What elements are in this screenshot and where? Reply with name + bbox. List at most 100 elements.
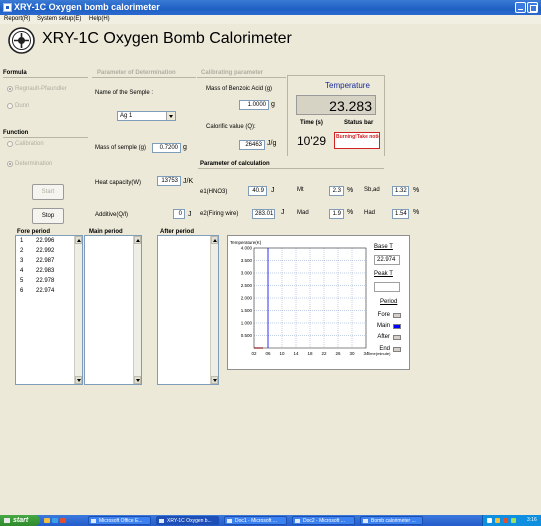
chevron-down-icon[interactable] [166, 112, 175, 120]
taskbar-item-active[interactable]: XRY-1C Oxygen b... [156, 516, 219, 525]
taskbar: start Microsoft Office E... XRY-1C Oxyge… [0, 515, 541, 526]
sbad-input[interactable]: 1.32 [392, 186, 409, 196]
formula-regnault-radio[interactable] [7, 86, 13, 92]
scroll-down-icon[interactable] [134, 376, 141, 384]
after-period-list[interactable] [157, 235, 219, 385]
menu-system-setup[interactable]: System setup(E) [37, 16, 81, 22]
peak-t-label: Peak T [374, 271, 393, 277]
time-label: Time (s) [300, 120, 323, 126]
function-calibration-radio[interactable] [7, 141, 13, 147]
start-menu-button[interactable]: start [0, 515, 40, 526]
scroll-up-icon[interactable] [134, 236, 141, 244]
scroll-down-icon[interactable] [211, 376, 218, 384]
y-tick-label: 1.000 [241, 321, 253, 326]
y-tick-label: 3.000 [241, 271, 253, 276]
heat-capacity-input[interactable]: 13753 [157, 176, 181, 186]
mad-input[interactable]: 1.9 [329, 209, 344, 219]
sample-mass-input[interactable]: 0.7200 [152, 143, 181, 153]
window-title: XRY-1C Oxygen bomb calorimeter [14, 2, 160, 12]
y-axis-title: Temperature(K) [230, 240, 262, 245]
sample-mass-unit: g [183, 144, 187, 151]
main-period-list[interactable] [84, 235, 142, 385]
minimize-button[interactable] [515, 2, 526, 13]
menu-report[interactable]: Report(R) [4, 16, 30, 22]
logo-icon [8, 27, 35, 54]
had-input[interactable]: 1.54 [392, 209, 409, 219]
after-period-scrollbar[interactable] [210, 236, 218, 384]
divider [197, 77, 286, 78]
page-title: XRY-1C Oxygen Bomb Calorimeter [42, 30, 292, 47]
main-period-scrollbar[interactable] [133, 236, 141, 384]
calibrating-group-label: Calibrating parameter [201, 70, 264, 76]
list-item[interactable]: 5 22.978 [16, 277, 75, 286]
tray-icon[interactable] [495, 518, 500, 523]
x-tick-label: 26 [335, 351, 341, 356]
x-tick-label: 10 [279, 351, 285, 356]
x-tick-label: 18 [307, 351, 313, 356]
scroll-up-icon[interactable] [211, 236, 218, 244]
list-item[interactable]: 3 22.987 [16, 257, 75, 266]
list-item[interactable]: 2 22.992 [16, 247, 75, 256]
scroll-down-icon[interactable] [75, 376, 82, 384]
formula-regnault-label: Regnault-Pfaundler [15, 86, 67, 92]
quicklaunch-icon[interactable] [52, 518, 58, 523]
benzoic-acid-input[interactable]: 1.0000 [239, 100, 269, 110]
mt-label: Mt [297, 187, 304, 193]
divider [287, 75, 288, 156]
quicklaunch-icon[interactable] [44, 518, 50, 523]
calculation-group-label: Parameter of calculation [200, 161, 270, 167]
calorific-value-input[interactable]: 26463 [239, 140, 265, 150]
x-tick-label: 14 [293, 351, 299, 356]
sbad-unit: % [413, 187, 420, 194]
y-tick-label: 1.500 [241, 308, 253, 313]
additive-label: Additive(Q/l) [95, 212, 129, 218]
x-tick-label: 30 [349, 351, 355, 356]
hno3-input[interactable]: 40.9 [248, 186, 267, 196]
hno3-unit: J [271, 187, 275, 194]
scroll-up-icon[interactable] [75, 236, 82, 244]
tray-icon[interactable] [487, 518, 492, 523]
maximize-button[interactable] [527, 2, 538, 13]
start-button[interactable]: Start [32, 184, 64, 200]
mt-unit: % [347, 187, 354, 194]
taskbar-item[interactable]: Bomb calorimeter ... [360, 516, 423, 525]
formula-dunn-radio[interactable] [7, 103, 13, 109]
list-item[interactable]: 1 22.996 [16, 237, 75, 246]
legend-fore-swatch [393, 313, 401, 318]
legend-after-swatch [393, 335, 401, 340]
mt-input[interactable]: 2.3 [329, 186, 344, 196]
tray-icon[interactable] [511, 518, 516, 523]
y-tick-label: 2.000 [241, 296, 253, 301]
temperature-chart-panel: Temperature(K) 4.000 3.500 3.000 2.500 2.000 1… [227, 235, 410, 370]
app-icon [3, 3, 12, 12]
additive-unit: J [188, 211, 192, 218]
menu-help[interactable]: Help(H) [89, 16, 110, 22]
base-t-value: 22.974 [374, 255, 400, 265]
list-item[interactable]: 6 22.974 [16, 287, 75, 296]
heat-capacity-unit: J/K [183, 178, 194, 185]
stop-button[interactable]: Stop [32, 208, 64, 224]
function-determination-radio[interactable] [7, 161, 13, 167]
calorific-value-label: Calorific value (Q): [206, 124, 256, 130]
taskbar-item[interactable]: Microsoft Office E... [88, 516, 151, 525]
menu-bar: Report(R) System setup(E) Help(H) [0, 15, 541, 24]
taskbar-item[interactable]: Doc2 - Microsoft ... [292, 516, 355, 525]
firing-wire-unit: J [281, 209, 285, 216]
temperature-display: 23.283 [296, 95, 376, 115]
fore-period-scrollbar[interactable] [74, 236, 82, 384]
list-item[interactable]: 4 22.983 [16, 267, 75, 276]
function-determination-label: Determination [15, 161, 53, 167]
period-label: Period [380, 299, 398, 305]
taskbar-item[interactable]: Doc1 - Microsoft ... [224, 516, 287, 525]
firing-wire-label: e2(Firing wire) [200, 211, 239, 217]
tray-icon[interactable] [503, 518, 508, 523]
quicklaunch-icon[interactable] [60, 518, 66, 523]
sample-name-select[interactable]: Ag 1 [117, 111, 176, 121]
had-label: Had [364, 210, 376, 216]
legend-end-swatch [393, 347, 401, 352]
firing-wire-input[interactable]: 283.01 [252, 209, 275, 219]
fore-period-list[interactable]: 1 22.996 2 22.992 3 22.987 4 22.983 5 22.978 … [15, 235, 83, 385]
status-bar: Burning!Take notice! [334, 132, 380, 149]
x-tick-label: 22 [321, 351, 327, 356]
additive-input[interactable]: 0 [173, 209, 185, 219]
